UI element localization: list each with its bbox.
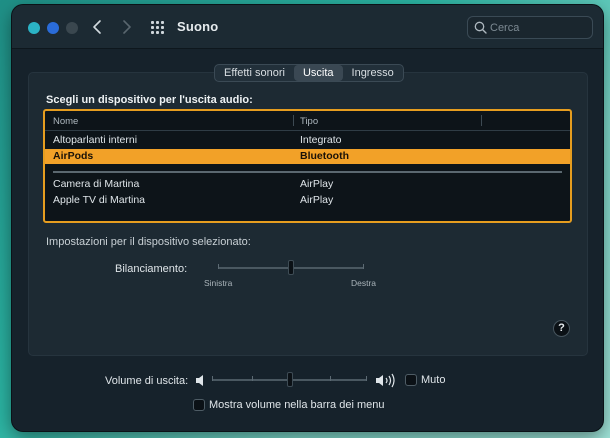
column-divider [293,115,294,126]
slider-tick [252,376,253,381]
device-name: Camera di Martina [53,178,140,190]
help-button[interactable]: ? [553,320,570,337]
slider-tick [330,376,331,381]
device-name: Altoparlanti interni [53,134,138,146]
mute-checkbox[interactable] [405,374,417,386]
system-preferences-window: Suono Effetti sonori Uscita Ingresso Sce… [12,5,603,431]
balance-label: Bilanciamento: [115,263,188,275]
table-row[interactable]: Apple TV di Martina AirPlay [45,193,570,208]
mute-label: Muto [421,374,446,386]
tab-ingresso[interactable]: Ingresso [343,65,403,81]
balance-right-label: Destra [351,278,377,288]
output-device-table[interactable]: Nome Tipo Altoparlanti interni Integrato… [43,109,572,223]
table-row[interactable]: Camera di Martina AirPlay [45,177,570,192]
chevron-right-icon [123,20,131,34]
balance-slider-knob[interactable] [288,260,294,275]
slider-tick [366,376,367,381]
minimize-window-button[interactable] [47,22,59,34]
device-name: Apple TV di Martina [53,194,146,206]
search-field[interactable] [467,16,593,39]
column-divider [481,115,482,126]
tab-uscita[interactable]: Uscita [293,65,343,81]
forward-button[interactable] [117,16,137,38]
chevron-left-icon [93,20,101,34]
volume-label: Volume di uscita: [105,375,189,387]
back-button[interactable] [88,16,108,38]
speaker-high-icon [376,373,395,388]
slider-tick [212,376,213,381]
output-heading: Scegli un dispositivo per l'uscita audio… [46,94,253,106]
device-name: AirPods [53,150,94,162]
device-type: Bluetooth [300,150,349,162]
title-bar: Suono [12,5,603,49]
column-header-tipo[interactable]: Tipo [300,116,318,127]
table-row-selected[interactable]: AirPods Bluetooth [45,149,570,164]
table-row[interactable]: Altoparlanti interni Integrato [45,133,570,148]
show-volume-menu-bar-label: Mostra volume nella barra dei menu [209,399,385,411]
slider-tick [363,264,364,269]
search-icon [474,21,487,34]
column-header-nome[interactable]: Nome [53,116,78,127]
device-type: Integrato [300,134,342,146]
device-type: AirPlay [300,194,334,206]
show-volume-menu-bar-checkbox[interactable] [193,399,205,411]
zoom-window-button[interactable] [66,22,78,34]
row-separator [53,171,562,173]
close-window-button[interactable] [28,22,40,34]
tab-effetti-sonori[interactable]: Effetti sonori [215,65,294,81]
table-header: Nome Tipo [45,111,570,131]
show-all-grid-icon[interactable] [151,21,165,35]
search-input[interactable] [490,20,588,36]
window-title: Suono [177,19,219,34]
volume-slider-knob[interactable] [287,372,293,387]
speaker-low-icon [196,375,203,386]
tab-bar: Effetti sonori Uscita Ingresso [214,64,404,82]
slider-tick [218,264,219,269]
settings-heading: Impostazioni per il dispositivo selezion… [46,236,251,248]
device-type: AirPlay [300,178,334,190]
balance-left-label: Sinistra [204,278,233,288]
